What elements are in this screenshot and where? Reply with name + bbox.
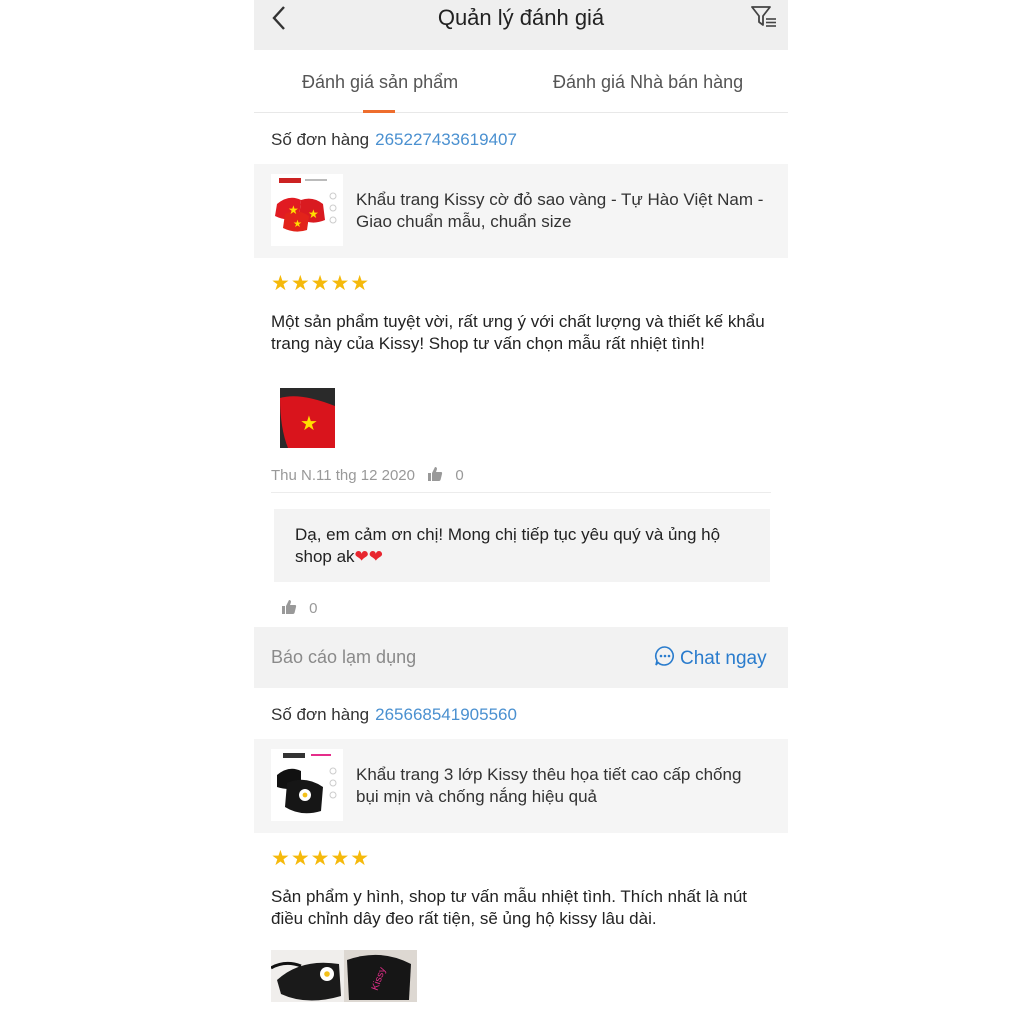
order-number-row: Số đơn hàng 265227433619407 bbox=[271, 130, 517, 150]
product-thumbnail[interactable] bbox=[271, 749, 343, 821]
product-thumbnail[interactable]: ★ ★ ★ bbox=[271, 174, 343, 246]
thumbs-up-icon[interactable] bbox=[281, 599, 297, 615]
like-count: 0 bbox=[455, 467, 464, 484]
app-header: Quản lý đánh giá bbox=[254, 0, 788, 50]
review-date: Thu N.11 thg 12 2020 bbox=[271, 467, 415, 484]
order-number-label: Số đơn hàng bbox=[271, 705, 370, 724]
review-text: Một sản phẩm tuyệt vời, rất ưng ý với ch… bbox=[271, 312, 765, 353]
filter-icon[interactable] bbox=[750, 3, 778, 31]
thumbs-up-icon[interactable] bbox=[427, 466, 443, 482]
reply-like-row: 0 bbox=[281, 599, 318, 617]
product-name: Khẩu trang 3 lớp Kissy thêu họa tiết cao… bbox=[356, 765, 742, 806]
review-photo[interactable]: ★ bbox=[280, 388, 335, 448]
order-number[interactable]: 265668541905560 bbox=[375, 705, 517, 724]
svg-text:★: ★ bbox=[288, 203, 299, 217]
report-abuse-link[interactable]: Báo cáo lạm dụng bbox=[271, 647, 416, 668]
review-meta: Thu N.11 thg 12 2020 0 bbox=[271, 466, 464, 484]
tab-product-reviews[interactable]: Đánh giá sản phẩm bbox=[302, 72, 458, 93]
heart-emoji: ❤❤ bbox=[354, 546, 384, 566]
order-number-label: Số đơn hàng bbox=[271, 130, 370, 149]
product-card[interactable]: Khẩu trang 3 lớp Kissy thêu họa tiết cao… bbox=[254, 739, 788, 833]
divider bbox=[271, 492, 771, 493]
seller-reply: Dạ, em cảm ơn chị! Mong chị tiếp tục yêu… bbox=[274, 509, 770, 582]
review-photos[interactable]: Kissy bbox=[271, 950, 417, 1002]
product-card[interactable]: ★ ★ ★ Khẩu trang Kissy cờ đỏ sao vàng - … bbox=[254, 164, 788, 258]
order-number-row: Số đơn hàng 265668541905560 bbox=[271, 705, 517, 725]
page-title: Quản lý đánh giá bbox=[437, 5, 605, 30]
tab-seller-reviews[interactable]: Đánh giá Nhà bán hàng bbox=[553, 72, 743, 93]
order-number[interactable]: 265227433619407 bbox=[375, 130, 517, 149]
review-text: Sản phẩm y hình, shop tư vấn mẫu nhiệt t… bbox=[271, 887, 748, 928]
product-name: Khẩu trang Kissy cờ đỏ sao vàng - Tự Hào… bbox=[356, 190, 764, 231]
star-rating: ★★★★★ bbox=[271, 847, 371, 870]
seller-reply-content: Dạ, em cảm ơn chị! Mong chị tiếp tục yêu… bbox=[295, 524, 755, 567]
svg-text:★: ★ bbox=[308, 207, 319, 221]
svg-text:★: ★ bbox=[300, 413, 318, 435]
active-tab-indicator bbox=[363, 110, 395, 113]
chat-now-button[interactable]: Chat ngay bbox=[654, 645, 767, 670]
review-action-bar: Báo cáo lạm dụng Chat ngay bbox=[254, 627, 788, 688]
chat-now-label: Chat ngay bbox=[680, 648, 767, 669]
chat-bubble-icon bbox=[654, 646, 674, 666]
star-rating: ★★★★★ bbox=[271, 272, 371, 295]
svg-text:★: ★ bbox=[293, 219, 302, 230]
review-management-screen: Quản lý đánh giá Đánh giá sản phẩm Đánh … bbox=[254, 0, 788, 1024]
reply-like-count: 0 bbox=[309, 600, 318, 617]
review-tabs: Đánh giá sản phẩm Đánh giá Nhà bán hàng bbox=[254, 50, 788, 113]
